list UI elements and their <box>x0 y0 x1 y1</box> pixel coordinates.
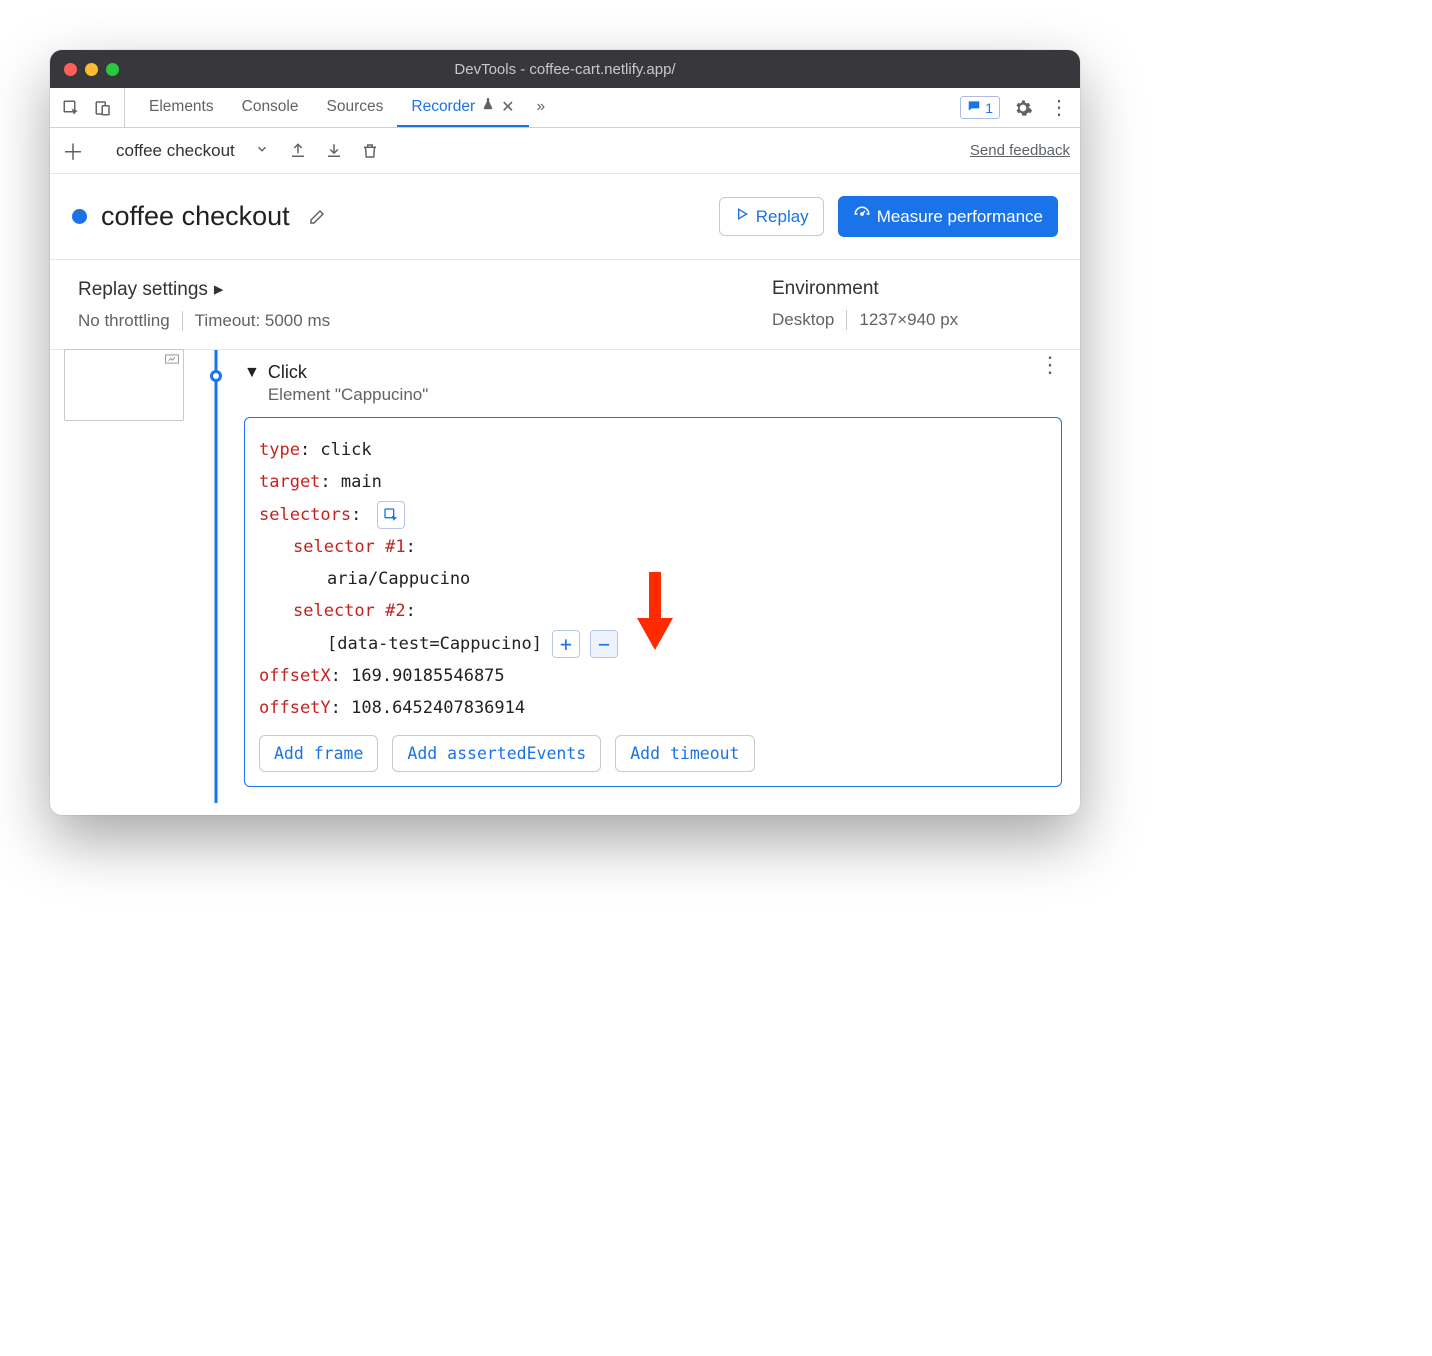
throttling-value: No throttling <box>78 311 170 331</box>
chevron-down-icon <box>255 141 269 161</box>
step-details: type: click target: main selectors: sele… <box>244 417 1062 787</box>
more-menu-icon[interactable]: ⋮ <box>1046 95 1072 121</box>
add-frame-button[interactable]: Add frame <box>259 735 378 772</box>
issues-button[interactable]: 1 <box>960 96 1000 119</box>
tab-elements[interactable]: Elements <box>135 88 228 127</box>
add-selector-button[interactable]: + <box>552 630 580 658</box>
environment-heading: Environment <box>772 278 1052 300</box>
replay-settings-heading[interactable]: Replay settings ▸ <box>78 278 772 301</box>
prop-offsety-value[interactable]: : 108.6452407836914 <box>331 698 525 718</box>
prop-offsety-key: offsetY <box>259 698 331 718</box>
device-value: Desktop <box>772 310 834 330</box>
tab-sources[interactable]: Sources <box>313 88 398 127</box>
delete-icon[interactable] <box>357 138 383 164</box>
close-window-icon[interactable] <box>64 63 77 76</box>
selector-1-value[interactable]: aria/Cappucino <box>327 569 470 589</box>
more-tabs-icon[interactable]: » <box>529 88 554 127</box>
send-feedback-link[interactable]: Send feedback <box>970 142 1070 159</box>
flask-icon <box>481 97 495 116</box>
maximize-window-icon[interactable] <box>106 63 119 76</box>
measure-performance-button[interactable]: Measure performance <box>838 196 1058 237</box>
prop-target-value[interactable]: : main <box>320 472 381 492</box>
expand-step-icon[interactable]: ▼ <box>244 364 260 382</box>
step-subtitle: Element "Cappucino" <box>268 385 1030 405</box>
settings-gear-icon[interactable] <box>1010 95 1036 121</box>
message-icon <box>967 99 981 116</box>
tab-console[interactable]: Console <box>228 88 313 127</box>
remove-selector-button[interactable]: − <box>590 630 618 658</box>
timeline-node[interactable] <box>210 370 222 382</box>
selector-2-value[interactable]: [data-test=Cappucino] <box>327 628 542 660</box>
selector-1-key: selector #1 <box>293 537 406 557</box>
recording-select[interactable]: coffee checkout <box>110 141 275 161</box>
step-menu-icon[interactable]: ⋮ <box>1038 362 1062 368</box>
dimensions-value: 1237×940 px <box>859 310 958 330</box>
caret-right-icon: ▸ <box>214 278 224 301</box>
tab-recorder[interactable]: Recorder ✕ <box>397 88 528 127</box>
issues-count: 1 <box>985 100 993 116</box>
annotation-arrow-icon <box>635 572 675 652</box>
recording-status-dot <box>72 209 87 224</box>
minimize-window-icon[interactable] <box>85 63 98 76</box>
import-icon[interactable] <box>321 138 347 164</box>
selector-2-key: selector #2 <box>293 601 406 621</box>
step-list: ▼ Click Element "Cappucino" ⋮ type: clic… <box>50 350 1080 815</box>
export-icon[interactable] <box>285 138 311 164</box>
devtools-tabbar: Elements Console Sources Recorder ✕ » 1 … <box>50 88 1080 128</box>
play-icon <box>734 206 750 227</box>
recorder-toolbar: ＋ coffee checkout Send feedback <box>50 128 1080 174</box>
add-timeout-button[interactable]: Add timeout <box>615 735 754 772</box>
close-tab-icon[interactable]: ✕ <box>501 97 514 117</box>
gauge-icon <box>853 205 871 228</box>
device-toolbar-icon[interactable] <box>90 95 116 121</box>
new-recording-icon[interactable]: ＋ <box>60 138 86 164</box>
edit-title-icon[interactable] <box>304 204 330 230</box>
prop-offsetx-key: offsetX <box>259 666 331 686</box>
timeline <box>198 350 234 803</box>
devtools-window: DevTools - coffee-cart.netlify.app/ Elem… <box>50 50 1080 815</box>
step-title: Click <box>268 362 1030 383</box>
inspect-element-icon[interactable] <box>58 95 84 121</box>
recording-title: coffee checkout <box>101 201 290 232</box>
timeout-value: Timeout: 5000 ms <box>195 311 330 331</box>
selector-picker-icon[interactable] <box>377 501 405 529</box>
window-controls <box>64 63 119 76</box>
window-title: DevTools - coffee-cart.netlify.app/ <box>50 61 1080 78</box>
settings-row: Replay settings ▸ No throttling Timeout:… <box>50 260 1080 350</box>
add-asserted-events-button[interactable]: Add assertedEvents <box>392 735 601 772</box>
step-thumbnail <box>64 350 184 803</box>
prop-target-key: target <box>259 472 320 492</box>
prop-offsetx-value[interactable]: : 169.90185546875 <box>331 666 505 686</box>
prop-type-value[interactable]: : click <box>300 440 372 460</box>
prop-selectors-key: selectors <box>259 505 351 525</box>
recording-header: coffee checkout Replay Measure performan… <box>50 174 1080 260</box>
prop-type-key: type <box>259 440 300 460</box>
replay-button[interactable]: Replay <box>719 197 824 236</box>
titlebar: DevTools - coffee-cart.netlify.app/ <box>50 50 1080 88</box>
